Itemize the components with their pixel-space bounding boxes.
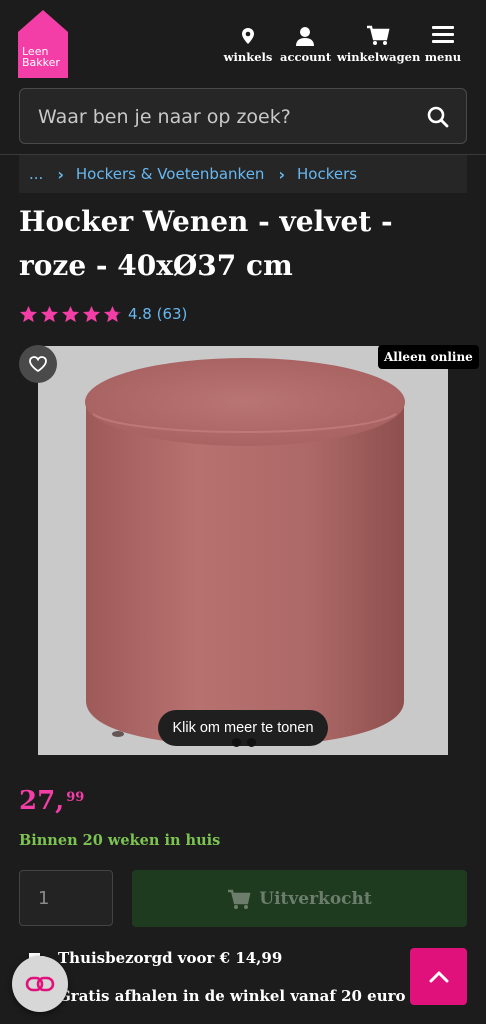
rating-stars	[19, 305, 122, 324]
shipping-home-delivery: Thuisbezorgd voor € 14,99	[28, 948, 282, 968]
product-price: 27, 99	[19, 786, 84, 816]
search-input[interactable]	[38, 103, 418, 131]
soldout-label: Uitverkocht	[259, 888, 372, 909]
quantity-field	[19, 870, 113, 926]
rating-text: 4.8 (63)	[128, 305, 188, 323]
product-title: Hocker Wenen - velvet - roze - 40xØ37 cm	[19, 205, 393, 282]
star-icon	[40, 305, 59, 322]
shopping-cart-icon	[367, 25, 390, 45]
chat-button[interactable]	[12, 956, 68, 1012]
breadcrumb-hockers-voetenbanken[interactable]: Hockers & Voetenbanken	[76, 165, 265, 183]
site-header: Leen Bakker winkels account winkelwagen	[0, 0, 486, 86]
search-icon[interactable]	[426, 105, 450, 129]
shipping-store-text: Gratis afhalen in de winkel vanaf 20 eur…	[58, 987, 406, 1005]
soldout-button[interactable]: Uitverkocht	[132, 870, 467, 927]
favorite-button[interactable]	[19, 345, 57, 383]
nav-label: account	[280, 50, 332, 64]
logo-text: Leen Bakker	[22, 45, 60, 69]
chevron-right-icon: ›	[57, 164, 64, 184]
map-pin-icon	[242, 28, 254, 44]
nav-label: menu	[424, 50, 462, 64]
user-icon	[296, 27, 314, 46]
delivery-time: Binnen 20 weken in huis	[19, 832, 221, 849]
chevron-right-icon: ›	[278, 164, 286, 184]
quantity-input[interactable]	[20, 871, 112, 925]
breadcrumb-ellipsis[interactable]: ...	[29, 165, 43, 183]
price-cents: 99	[66, 790, 85, 805]
shipping-home-text: Thuisbezorgd voor € 14,99	[58, 949, 283, 967]
online-only-badge: Alleen online	[378, 345, 479, 369]
image-carousel-dots	[232, 738, 256, 747]
scroll-to-top-button[interactable]	[410, 948, 467, 1005]
nav-label: winkelwagen	[337, 50, 421, 64]
product-image[interactable]	[38, 346, 448, 755]
nav-account[interactable]: account	[280, 22, 332, 64]
price-main: 27,	[19, 786, 65, 816]
star-icon	[61, 305, 80, 322]
nav-winkels[interactable]: winkels	[223, 22, 273, 64]
nav-winkelwagen[interactable]: winkelwagen	[337, 22, 421, 64]
star-icon	[103, 305, 122, 322]
nav-label: winkels	[223, 50, 273, 64]
product-rating[interactable]: 4.8 (63)	[19, 303, 187, 325]
hamburger-menu-icon	[432, 26, 454, 43]
carousel-dot[interactable]	[247, 738, 256, 747]
star-icon	[19, 305, 38, 322]
chevron-up-icon	[429, 971, 448, 982]
nav-menu[interactable]: menu	[424, 22, 462, 64]
star-icon	[82, 305, 101, 322]
carousel-dot[interactable]	[232, 738, 241, 747]
heart-icon	[29, 356, 47, 373]
leen-bakker-logo[interactable]: Leen Bakker	[18, 10, 68, 78]
shipping-store-pickup: Gratis afhalen in de winkel vanaf 20 eur…	[28, 986, 406, 1006]
chat-link-icon	[25, 976, 55, 992]
shopping-cart-icon	[228, 889, 251, 909]
breadcrumb: ... › Hockers & Voetenbanken › Hockers	[19, 155, 467, 193]
search-bar	[19, 88, 467, 144]
breadcrumb-hockers[interactable]: Hockers	[297, 165, 357, 183]
